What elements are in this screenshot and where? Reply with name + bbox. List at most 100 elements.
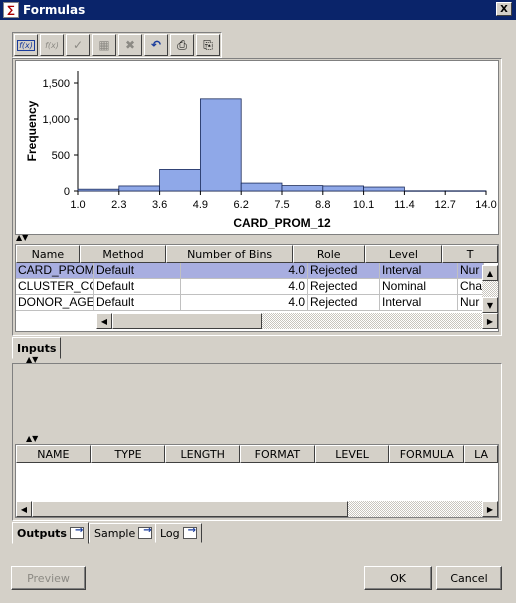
table-row[interactable]: CLUSTER_CC Default 4.0 Rejected Nominal … [16,279,498,295]
close-button[interactable]: X [496,2,512,16]
copy-button[interactable]: ⎘ [196,34,220,56]
app-icon: ∑ [3,2,19,18]
preview-button[interactable]: Preview [11,566,86,590]
scroll-left-button[interactable]: ◀ [16,501,32,517]
cell-level: Interval [380,295,458,311]
column-header-role[interactable]: Role [292,245,365,263]
y-tick-label: 500 [52,150,70,162]
histogram-bar-2 [159,169,201,192]
x-tick-label: 8.8 [315,199,330,211]
x-tick-label: 10.1 [353,199,374,211]
title-bar: ∑ Formulas X [0,0,516,20]
create-formula-button[interactable]: f(x) [14,34,38,56]
scroll-right-button[interactable]: ▶ [482,313,498,329]
cell-role: Rejected [308,295,380,311]
cell-type: Nur [458,263,484,279]
column-header-type[interactable]: T [442,245,498,263]
x-tick-label: 7.5 [274,199,289,211]
tab-log[interactable]: Log [155,523,202,543]
y-tick-label: 0 [64,186,70,198]
scroll-thumb[interactable] [32,501,348,517]
check-button[interactable]: ✓ [66,34,90,56]
histogram-bar-6 [322,185,364,192]
table-row[interactable]: DONOR_AGE Default 4.0 Rejected Interval … [16,295,498,311]
x-tick-label: 11.4 [394,199,415,211]
inputs-table: Name Method Number of Bins Role Level T … [15,244,499,332]
inputs-vertical-scrollbar[interactable]: ▲ ▼ [482,265,498,313]
tab-inputs-label: Inputs [17,341,57,355]
column-header-formula[interactable]: FORMULA [389,445,465,463]
column-header-level[interactable]: LEVEL [314,445,390,463]
undo-button[interactable]: ↶ [144,34,168,56]
cell-level: Nominal [380,279,458,295]
outputs-table-header: NAME TYPE LENGTH FORMAT LEVEL FORMULA LA [16,445,498,463]
export-icon [138,525,153,539]
tab-outputs[interactable]: Outputs [12,522,89,544]
cell-bins: 4.0 [181,263,308,279]
histogram-bar-9 [444,190,487,192]
toolbar: f(x) f(x) ✓ ▦ ✖ ↶ ⎙ ⎘ [12,32,222,58]
column-header-name[interactable]: Name [16,245,80,263]
scroll-thumb[interactable] [112,313,262,329]
tab-sample[interactable]: Sample [89,523,158,543]
formula-edit-icon: f(x) [45,40,59,50]
column-header-number-of-bins[interactable]: Number of Bins [166,245,293,263]
cell-method: Default [94,295,181,311]
cell-method: Default [94,263,181,279]
histogram-bar-3 [199,98,242,192]
cell-name: DONOR_AGE [16,295,94,311]
column-header-format[interactable]: FORMAT [240,445,315,463]
cell-name: CARD_PROM [16,263,94,279]
column-header-length[interactable]: LENGTH [165,445,241,463]
print-button[interactable]: ⎙ [170,34,194,56]
histogram-bar-1 [118,185,161,192]
inputs-horizontal-scrollbar[interactable]: ◀ ▶ [96,313,498,329]
splitter-arrows-top[interactable]: ▲▼ [16,233,28,242]
cell-method: Default [94,279,181,295]
y-tick-label: 1,000 [42,114,70,126]
x-tick-label: 12.7 [434,199,455,211]
y-axis-label: Frequency [25,100,39,161]
column-header-label[interactable]: LA [464,445,498,463]
column-header-type[interactable]: TYPE [90,445,166,463]
histogram-bar-7 [363,186,405,192]
cell-role: Rejected [308,263,380,279]
x-tick-label: 3.6 [152,199,167,211]
table-icon: ▦ [98,38,110,52]
histogram-bar-5 [281,185,324,192]
histogram-bar-8 [403,190,446,192]
column-header-level[interactable]: Level [364,245,443,263]
ok-button[interactable]: OK [364,566,432,590]
table-row[interactable]: CARD_PROM Default 4.0 Rejected Interval … [16,263,498,279]
x-axis-label: CARD_PROM_12 [233,216,331,230]
scroll-left-button[interactable]: ◀ [96,313,112,329]
edit-formula-button[interactable]: f(x) [40,34,64,56]
cancel-button[interactable]: Cancel [436,566,502,590]
column-header-name[interactable]: NAME [16,445,91,463]
splitter-arrows-bottom[interactable]: ▲▼ [26,434,38,443]
scroll-down-button[interactable]: ▼ [482,297,498,313]
export-icon [69,525,84,539]
column-header-method[interactable]: Method [79,245,167,263]
delete-icon: ✖ [124,38,136,52]
tab-sample-label: Sample [94,526,136,540]
y-tick-label: 1,500 [42,78,70,90]
print-icon: ⎙ [177,37,187,52]
histogram-bar-0 [77,188,120,192]
outputs-horizontal-scrollbar[interactable]: ◀ ▶ [16,501,498,517]
delete-button[interactable]: ✖ [118,34,142,56]
cell-level: Interval [380,263,458,279]
export-icon [182,525,197,539]
inputs-table-header: Name Method Number of Bins Role Level T [16,245,498,263]
check-icon: ✓ [72,38,84,52]
cell-bins: 4.0 [181,279,308,295]
x-tick-label: 2.3 [111,199,126,211]
x-tick-label: 14.0 [475,199,496,211]
scroll-right-button[interactable]: ▶ [482,501,498,517]
cell-type: Cha [458,279,484,295]
table-button[interactable]: ▦ [92,34,116,56]
copy-icon: ⎘ [203,37,213,52]
formula-icon: f(x) [17,39,35,51]
scroll-up-button[interactable]: ▲ [482,265,498,281]
histogram-svg: 0 500 1,000 1,500 1.0 2.3 3.6 4.9 6.2 7.5 8.8 10.1… [25,71,497,230]
